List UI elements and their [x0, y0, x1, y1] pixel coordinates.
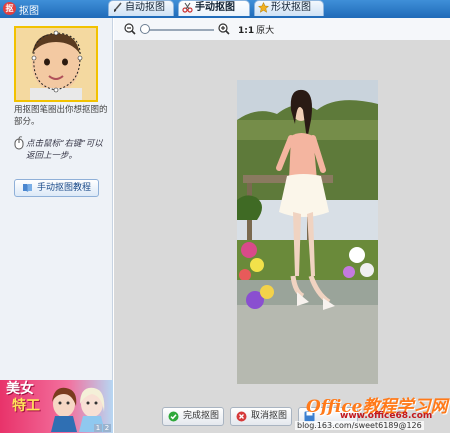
- title-bar: 抠 抠图 自动抠图 手动抠图 形状抠图: [0, 0, 450, 18]
- cancel-circle-icon: [236, 411, 247, 422]
- star-shape-icon: [258, 2, 269, 13]
- tab-shape-cutout[interactable]: 形状抠图: [254, 0, 324, 16]
- sidebar: 用抠图笔圈出你想抠图的部分。 点击鼠标“右键”可以返回上一步。 手动抠图教程 美…: [0, 18, 113, 433]
- scissors-icon: [182, 2, 193, 13]
- finish-cutout-button[interactable]: 完成抠图: [162, 407, 224, 426]
- ad-banner[interactable]: 美女 特工 1 2: [0, 380, 113, 433]
- zoom-toolbar: 1:1 原大: [114, 18, 450, 40]
- woman-garden-photo: [237, 80, 378, 384]
- right-click-tip: 点击鼠标“右键”可以返回上一步。: [26, 139, 103, 161]
- zoom-in-icon[interactable]: [218, 23, 230, 35]
- watermark-blog: blog.163.com/sweet6189@126: [295, 421, 424, 430]
- zoom-out-icon[interactable]: [124, 23, 136, 35]
- app-logo: 抠: [3, 2, 16, 15]
- tab-label: 自动抠图: [125, 2, 165, 13]
- finish-cutout-label: 完成抠图: [183, 411, 220, 421]
- brush-icon: [114, 2, 122, 12]
- tutorial-button[interactable]: 手动抠图教程: [14, 179, 99, 197]
- cancel-cutout-label: 取消抠图: [251, 411, 288, 421]
- check-circle-icon: [168, 411, 179, 422]
- watermark-url: www.office68.com: [340, 411, 433, 421]
- tab-label: 形状抠图: [271, 2, 311, 13]
- zoom-slider-handle[interactable]: [140, 24, 150, 34]
- tab-manual-cutout[interactable]: 手动抠图: [178, 0, 250, 16]
- tab-label: 手动抠图: [195, 2, 235, 13]
- zoom-slider-track[interactable]: [140, 29, 214, 31]
- cancel-cutout-button[interactable]: 取消抠图: [230, 407, 292, 426]
- mouse-icon: [14, 136, 24, 150]
- book-icon: [23, 184, 32, 192]
- pager-page-2[interactable]: 2: [103, 424, 111, 432]
- baby-photo: [16, 28, 96, 100]
- window-title: 抠图: [19, 6, 39, 17]
- example-thumbnail: [14, 26, 98, 102]
- banner-title-1: 美女: [6, 381, 34, 397]
- tab-auto-cutout[interactable]: 自动抠图: [108, 0, 174, 16]
- ratio-label: 1:1: [238, 26, 255, 36]
- banner-title-2: 特工: [12, 398, 40, 414]
- actual-size-button[interactable]: 1:1 原大: [238, 23, 274, 36]
- banner-pager: 1 2: [94, 424, 111, 432]
- original-size-label: 原大: [256, 26, 275, 36]
- instruction-text: 用抠图笔圈出你想抠图的部分。: [14, 105, 108, 127]
- pager-page-1[interactable]: 1: [94, 424, 102, 432]
- tutorial-button-label: 手动抠图教程: [37, 183, 92, 193]
- editing-canvas[interactable]: [114, 40, 450, 404]
- photo-being-edited[interactable]: [237, 80, 378, 384]
